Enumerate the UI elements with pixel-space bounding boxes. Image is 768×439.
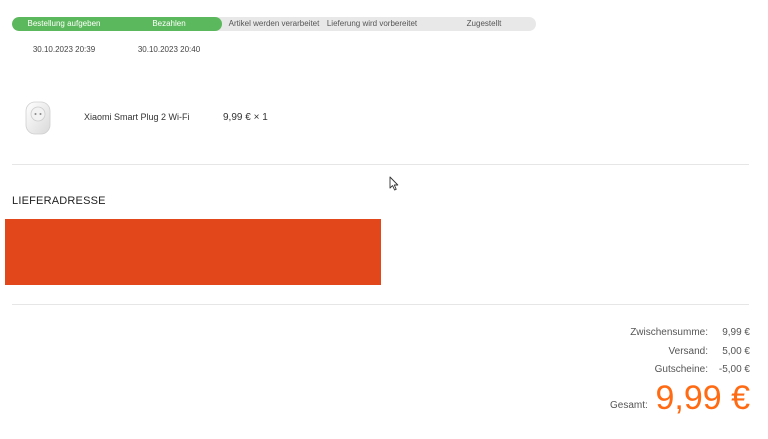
coupons-label: Gutscheine:	[654, 364, 708, 375]
total-value: 9,99 €	[655, 379, 750, 417]
subtotal-row: Zwischensumme: 9,99 €	[630, 327, 750, 338]
divider	[12, 164, 749, 165]
subtotal-label: Zwischensumme:	[630, 327, 708, 338]
subtotal-value: 9,99 €	[722, 327, 750, 338]
product-name-link[interactable]: Xiaomi Smart Plug 2 Wi-Fi	[84, 112, 190, 122]
date-payment: 30.10.2023 20:40	[137, 45, 201, 54]
shipping-row: Versand: 5,00 €	[669, 346, 750, 357]
date-order-placed: 30.10.2023 20:39	[32, 45, 96, 54]
delivery-address-title: LIEFERADRESSE	[12, 195, 106, 207]
product-price-quantity: 9,99 € × 1	[223, 112, 268, 123]
shipping-label: Versand:	[668, 346, 708, 357]
step-order-placed: Bestellung aufgeben	[27, 19, 101, 28]
divider	[12, 304, 749, 305]
coupons-row: Gutscheine: -5,00 €	[655, 364, 750, 375]
mouse-cursor-icon	[389, 176, 399, 191]
total-label: Gesamt:	[610, 400, 648, 411]
redacted-address-block	[5, 219, 381, 285]
step-delivered: Zugestellt	[466, 19, 502, 28]
coupons-value: -5,00 €	[718, 364, 750, 375]
step-processing: Artikel werden verarbeitet	[228, 19, 320, 28]
step-payment: Bezahlen	[152, 19, 186, 28]
smart-plug-image[interactable]	[25, 100, 51, 136]
order-progress-bar: Bestellung aufgeben Bezahlen Artikel wer…	[12, 17, 536, 31]
shipping-value: 5,00 €	[722, 346, 750, 357]
step-preparing-delivery: Lieferung wird vorbereitet	[326, 19, 418, 28]
